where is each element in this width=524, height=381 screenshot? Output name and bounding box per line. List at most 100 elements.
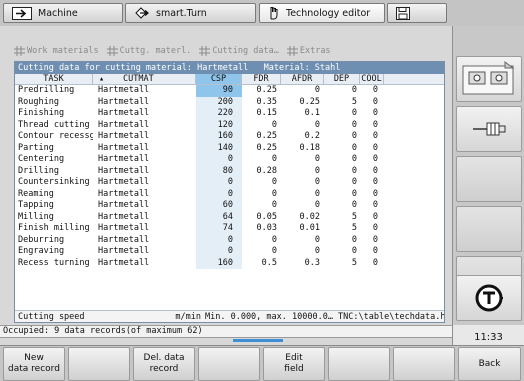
table-row[interactable]: Parting Hartmetall 140 0.25 0.18 0 0 [15, 142, 444, 155]
cell-cool[interactable]: 0 [360, 235, 384, 247]
subtab-cuttg-materl[interactable]: Cuttg. materl. [106, 44, 191, 58]
cell-task[interactable]: Contour recessg. [15, 131, 93, 143]
cell-csp[interactable]: 74 [196, 223, 242, 235]
table-row[interactable]: Roughing Hartmetall 200 0.35 0.25 5 0 [15, 96, 444, 109]
cell-dep[interactable]: 0 [324, 177, 360, 189]
cell-cutmat[interactable]: Hartmetall [93, 258, 196, 270]
cell-cutmat[interactable]: Hartmetall [93, 166, 196, 178]
cell-csp[interactable]: 60 [196, 200, 242, 212]
cell-task[interactable]: Drilling [15, 166, 93, 178]
cell-cutmat[interactable]: Hartmetall [93, 177, 196, 189]
cell-fdr[interactable]: 0.15 [242, 108, 281, 120]
back-button[interactable]: Back [458, 347, 521, 381]
cell-cutmat[interactable]: Hartmetall [93, 212, 196, 224]
column-header-dep[interactable]: DEP [324, 74, 360, 84]
cell-cool[interactable]: 0 [360, 97, 384, 109]
cell-fdr[interactable]: 0.25 [242, 143, 281, 155]
cell-dep[interactable]: 0 [324, 108, 360, 120]
column-header-afdr[interactable]: AFDR [281, 74, 324, 84]
table-row[interactable]: Predrilling Hartmetall 90 0.25 0 0 0 [15, 85, 444, 97]
cell-task[interactable]: Roughing [15, 97, 93, 109]
cell-csp[interactable]: 0 [196, 188, 242, 200]
cell-task[interactable]: Finishing [15, 108, 93, 120]
tab-save[interactable] [387, 3, 447, 23]
cell-csp[interactable]: 160 [196, 257, 242, 269]
cell-cool[interactable]: 0 [360, 85, 384, 97]
cell-fdr[interactable]: 0 [242, 189, 281, 201]
cell-dep[interactable]: 0 [324, 143, 360, 155]
tnc-button[interactable] [456, 275, 522, 321]
cell-afdr[interactable]: 0.1 [281, 108, 324, 120]
cell-dep[interactable]: 0 [324, 131, 360, 143]
column-header-csp[interactable]: CSP [196, 74, 242, 84]
cell-fdr[interactable]: 0.35 [242, 97, 281, 109]
cell-csp[interactable]: 140 [196, 142, 242, 154]
subtab-extras[interactable]: Extras [286, 44, 331, 58]
cell-dep[interactable]: 0 [324, 85, 360, 97]
cell-dep[interactable]: 0 [324, 246, 360, 258]
cell-fdr[interactable]: 0.03 [242, 223, 281, 235]
cell-fdr[interactable]: 0 [242, 120, 281, 132]
cell-fdr[interactable]: 0.5 [242, 258, 281, 270]
cell-dep[interactable]: 0 [324, 189, 360, 201]
table-row[interactable]: Thread cutting Hartmetall 120 0 0 0 0 [15, 119, 444, 132]
cell-task[interactable]: Recess turning [15, 258, 93, 270]
machine-view-button[interactable] [456, 56, 522, 102]
cell-afdr[interactable]: 0 [281, 177, 324, 189]
table-row[interactable]: Recess turning Hartmetall 160 0.5 0.3 5 0 [15, 257, 444, 270]
cell-cool[interactable]: 0 [360, 212, 384, 224]
cell-fdr[interactable]: 0.28 [242, 166, 281, 178]
cell-task[interactable]: Reaming [15, 189, 93, 201]
cell-cool[interactable]: 0 [360, 108, 384, 120]
cell-dep[interactable]: 0 [324, 200, 360, 212]
column-header-cool[interactable]: COOL [360, 74, 384, 84]
cell-cool[interactable]: 0 [360, 177, 384, 189]
cell-task[interactable]: Parting [15, 143, 93, 155]
column-header-fdr[interactable]: FDR [242, 74, 281, 84]
subtab-work-materials[interactable]: Work materials [14, 44, 99, 58]
cell-cutmat[interactable]: Hartmetall [93, 108, 196, 120]
cell-csp[interactable]: 64 [196, 211, 242, 223]
cell-csp[interactable]: 0 [196, 234, 242, 246]
cell-cool[interactable]: 0 [360, 189, 384, 201]
table-row[interactable]: Centering Hartmetall 0 0 0 0 0 [15, 154, 444, 166]
cell-dep[interactable]: 5 [324, 212, 360, 224]
subtab-cutting-data[interactable]: Cutting data… [199, 44, 279, 58]
table-row[interactable]: Tapping Hartmetall 60 0 0 0 0 [15, 200, 444, 212]
table-row[interactable]: Countersinking Hartmetall 0 0 0 0 0 [15, 177, 444, 189]
new-data-record-button[interactable]: New data record [3, 347, 65, 381]
table-row[interactable]: Reaming Hartmetall 0 0 0 0 0 [15, 188, 444, 201]
cell-dep[interactable]: 5 [324, 97, 360, 109]
softkey-empty-3[interactable] [328, 347, 390, 381]
cell-afdr[interactable]: 0 [281, 246, 324, 258]
cell-cutmat[interactable]: Hartmetall [93, 223, 196, 235]
cell-task[interactable]: Milling [15, 212, 93, 224]
cell-dep[interactable]: 5 [324, 258, 360, 270]
cell-cutmat[interactable]: Hartmetall [93, 120, 196, 132]
cell-cool[interactable]: 0 [360, 120, 384, 132]
cell-fdr[interactable]: 0 [242, 177, 281, 189]
column-header-task[interactable]: TASK [15, 74, 93, 84]
cell-csp[interactable]: 120 [196, 119, 242, 131]
tab-technology-editor[interactable]: Technology editor [259, 3, 385, 23]
cell-cutmat[interactable]: Hartmetall [93, 97, 196, 109]
cell-cool[interactable]: 0 [360, 223, 384, 235]
cell-afdr[interactable]: 0 [281, 200, 324, 212]
cell-dep[interactable]: 0 [324, 166, 360, 178]
cell-csp[interactable]: 160 [196, 131, 242, 143]
cell-afdr[interactable]: 0 [281, 154, 324, 166]
table-row[interactable]: Engraving Hartmetall 0 0 0 0 0 [15, 246, 444, 258]
cell-cool[interactable]: 0 [360, 200, 384, 212]
softkey-empty-1[interactable] [68, 347, 130, 381]
cell-cool[interactable]: 0 [360, 131, 384, 143]
cell-cool[interactable]: 0 [360, 154, 384, 166]
softkey-empty-4[interactable] [393, 347, 455, 381]
cell-afdr[interactable]: 0 [281, 189, 324, 201]
cell-afdr[interactable]: 0.01 [281, 223, 324, 235]
cell-afdr[interactable]: 0 [281, 166, 324, 178]
cell-fdr[interactable]: 0 [242, 154, 281, 166]
tool-holder-button[interactable] [456, 106, 522, 152]
cell-afdr[interactable]: 0 [281, 85, 324, 97]
softkey-empty-2[interactable] [198, 347, 260, 381]
tab-machine[interactable]: Machine [3, 3, 123, 23]
